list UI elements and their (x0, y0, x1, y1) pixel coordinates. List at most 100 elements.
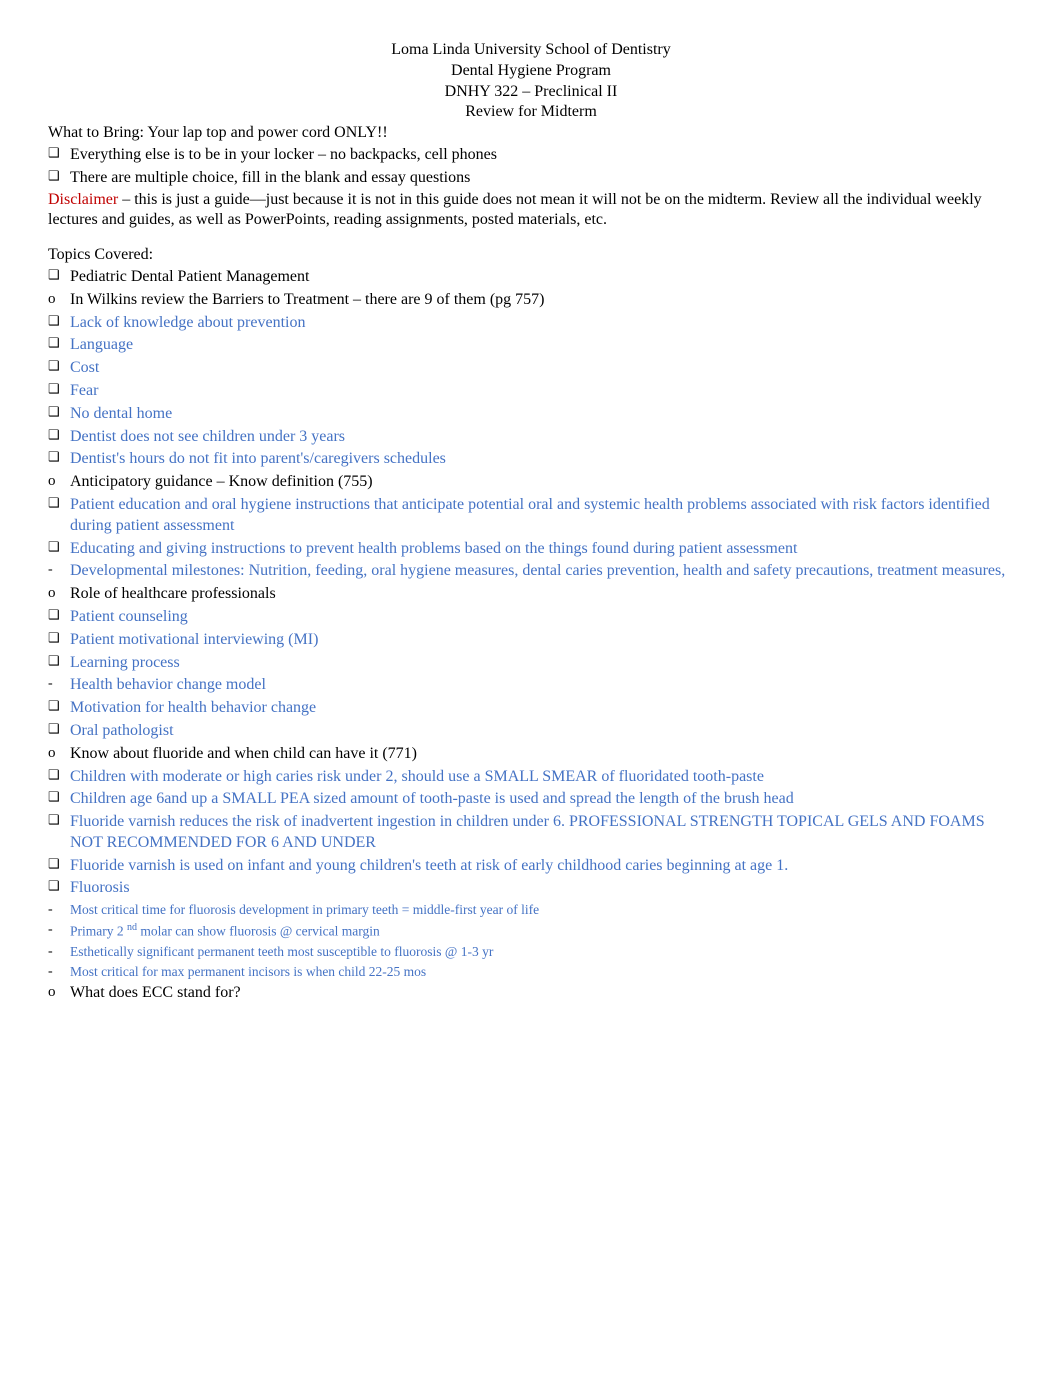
bullet-icon: ❑ (48, 168, 70, 185)
list-item: ❑Learning process (48, 652, 1014, 675)
pediatric-title: Pediatric Dental Patient Management (70, 267, 1014, 288)
anticipatory-text: Educating and giving instructions to pre… (70, 539, 1014, 560)
header-l2: Dental Hygiene Program (48, 61, 1014, 82)
list-item: ❑Fear (48, 380, 1014, 403)
list-item: -Primary 2 nd molar can show fluorosis @… (48, 920, 1014, 941)
role-text: Learning process (70, 653, 1014, 674)
barriers-title: In Wilkins review the Barriers to Treatm… (70, 290, 1014, 311)
fluoride-text: Fluoride varnish reduces the risk of ina… (70, 812, 1014, 854)
list-item: ❑Patient counseling (48, 606, 1014, 629)
disclaimer-word: Disclaimer (48, 191, 118, 208)
barrier-text: Dentist's hours do not fit into parent's… (70, 449, 1014, 470)
list-item: -Most critical time for fluorosis develo… (48, 900, 1014, 920)
bullet-icon: ❑ (48, 653, 70, 670)
list-item: ❑Fluoride varnish is used on infant and … (48, 855, 1014, 878)
what-to-bring-label: What to Bring: Your lap top and power co… (48, 123, 1014, 144)
bring-bullet-1: ❑ Everything else is to be in your locke… (48, 144, 1014, 167)
barrier-text: Language (70, 335, 1014, 356)
list-item: ❑Educating and giving instructions to pr… (48, 538, 1014, 561)
anticipatory-text: Patient education and oral hygiene instr… (70, 495, 1014, 537)
list-item: ❑No dental home (48, 403, 1014, 426)
fluorosis-sub-text: Most critical time for fluorosis develop… (70, 901, 1014, 919)
circle-bullet-icon: o (48, 983, 70, 1003)
bring-b1-text: Everything else is to be in your locker … (70, 145, 1014, 166)
anticipatory-title: Anticipatory guidance – Know definition … (70, 472, 1014, 493)
fluoride-text: Fluoride varnish is used on infant and y… (70, 856, 1014, 877)
barrier-text: Dentist does not see children under 3 ye… (70, 427, 1014, 448)
role-title: Role of healthcare professionals (70, 584, 1014, 605)
bullet-icon: ❑ (48, 607, 70, 624)
list-item: ❑Patient motivational interviewing (MI) (48, 629, 1014, 652)
bullet-icon: ❑ (48, 856, 70, 873)
list-item: ❑Cost (48, 357, 1014, 380)
fluoride-text: Children age 6and up a SMALL PEA sized a… (70, 789, 1014, 810)
list-item: ❑Motivation for health behavior change (48, 697, 1014, 720)
anticipatory-sub-text: Developmental milestones: Nutrition, fee… (70, 561, 1014, 582)
role-text: Oral pathologist (70, 721, 1014, 742)
bullet-icon: ❑ (48, 698, 70, 715)
fluorosis-sub-text: Esthetically significant permanent teeth… (70, 943, 1014, 961)
fluoride-text: Fluorosis (70, 878, 1014, 899)
dash-icon: - (48, 901, 70, 919)
barrier-text: Lack of knowledge about prevention (70, 313, 1014, 334)
bullet-icon: ❑ (48, 427, 70, 444)
role-sub-text: Health behavior change model (70, 675, 1014, 696)
circle-bullet-icon: o (48, 584, 70, 604)
barrier-text: No dental home (70, 404, 1014, 425)
role-text: Patient counseling (70, 607, 1014, 628)
bullet-icon: ❑ (48, 789, 70, 806)
dash-icon: - (48, 675, 70, 693)
dash-icon: - (48, 561, 70, 579)
dash-icon: - (48, 921, 70, 939)
list-item: ❑Children age 6and up a SMALL PEA sized … (48, 788, 1014, 811)
fluoride-text: Children with moderate or high caries ri… (70, 767, 1014, 788)
bring-b2-text: There are multiple choice, fill in the b… (70, 168, 1014, 189)
spacer (48, 231, 1014, 245)
bullet-icon: ❑ (48, 721, 70, 738)
fluoride-heading: o Know about fluoride and when child can… (48, 743, 1014, 766)
list-item: ❑Language (48, 334, 1014, 357)
list-item: ❑Oral pathologist (48, 720, 1014, 743)
bring-bullet-2: ❑ There are multiple choice, fill in the… (48, 167, 1014, 190)
role-heading: o Role of healthcare professionals (48, 583, 1014, 606)
list-item: ❑Patient education and oral hygiene inst… (48, 494, 1014, 538)
bullet-icon: ❑ (48, 313, 70, 330)
list-item: -Developmental milestones: Nutrition, fe… (48, 560, 1014, 583)
header-l3: DNHY 322 – Preclinical II (48, 82, 1014, 103)
ecc-title: What does ECC stand for? (70, 983, 1014, 1004)
fluorosis-sub-text: Most critical for max permanent incisors… (70, 963, 1014, 981)
ecc-heading: o What does ECC stand for? (48, 982, 1014, 1005)
doc-header: Loma Linda University School of Dentistr… (48, 40, 1014, 123)
header-l4: Review for Midterm (48, 102, 1014, 123)
list-item: ❑Fluorosis (48, 877, 1014, 900)
fluorosis-b-sup: nd (127, 922, 137, 933)
bullet-icon: ❑ (48, 404, 70, 421)
barrier-text: Cost (70, 358, 1014, 379)
header-l1: Loma Linda University School of Dentistr… (48, 40, 1014, 61)
disclaimer-rest: – this is just a guide—just because it i… (48, 191, 982, 229)
fluorosis-b-pre: Primary 2 (70, 924, 127, 939)
list-item: ❑Dentist's hours do not fit into parent'… (48, 448, 1014, 471)
circle-bullet-icon: o (48, 744, 70, 764)
anticipatory-heading: o Anticipatory guidance – Know definitio… (48, 471, 1014, 494)
role-text: Motivation for health behavior change (70, 698, 1014, 719)
fluorosis-b-post: molar can show fluorosis @ cervical marg… (137, 924, 380, 939)
list-item: ❑Lack of knowledge about prevention (48, 312, 1014, 335)
disclaimer-paragraph: Disclaimer – this is just a guide—just b… (48, 190, 1014, 232)
list-item: -Esthetically significant permanent teet… (48, 942, 1014, 962)
bullet-icon: ❑ (48, 449, 70, 466)
list-item: -Most critical for max permanent incisor… (48, 962, 1014, 982)
role-text: Patient motivational interviewing (MI) (70, 630, 1014, 651)
list-item: -Health behavior change model (48, 674, 1014, 697)
pediatric-heading: ❑ Pediatric Dental Patient Management (48, 266, 1014, 289)
bullet-icon: ❑ (48, 495, 70, 512)
barrier-text: Fear (70, 381, 1014, 402)
dash-icon: - (48, 943, 70, 961)
topics-label: Topics Covered: (48, 245, 1014, 266)
list-item: ❑Children with moderate or high caries r… (48, 766, 1014, 789)
circle-bullet-icon: o (48, 290, 70, 310)
dash-icon: - (48, 963, 70, 981)
bullet-icon: ❑ (48, 539, 70, 556)
bullet-icon: ❑ (48, 767, 70, 784)
bullet-icon: ❑ (48, 358, 70, 375)
